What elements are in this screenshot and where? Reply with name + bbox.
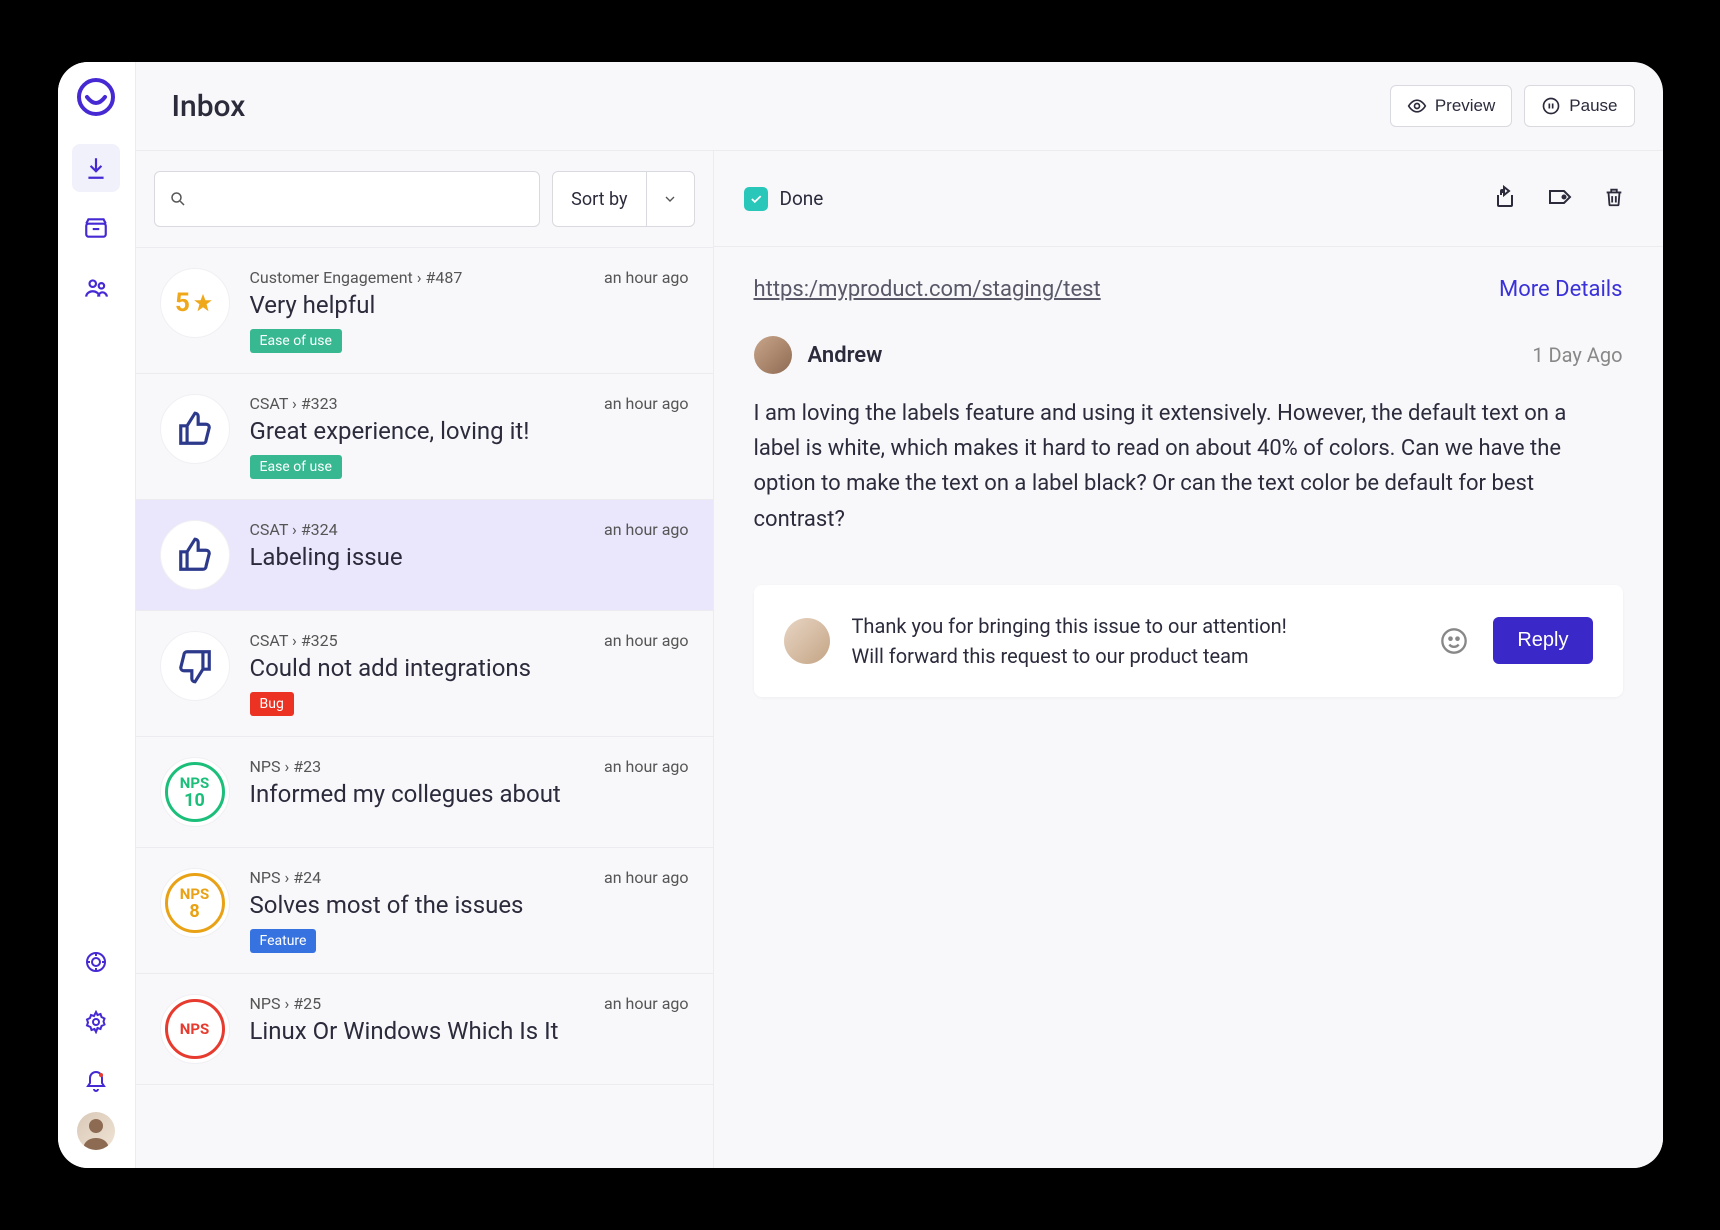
search-input[interactable] [154, 171, 541, 227]
reply-draft[interactable]: Thank you for bringing this issue to our… [852, 611, 1416, 671]
search-icon [169, 190, 187, 208]
chevron-down-icon [646, 172, 694, 226]
pause-button[interactable]: Pause [1524, 85, 1634, 127]
more-details-link[interactable]: More Details [1499, 277, 1622, 302]
list-item[interactable]: 5 Customer Engagement › #487an hour ago … [136, 248, 713, 374]
item-meta: Customer Engagement › #487 [250, 268, 463, 287]
nav-archive[interactable] [72, 204, 120, 252]
item-meta: NPS › #23 [250, 757, 322, 776]
thumbs-down-icon [176, 647, 214, 685]
item-badge: NPS10 [160, 757, 230, 827]
item-tag: Ease of use [250, 329, 342, 353]
item-badge [160, 520, 230, 590]
item-time: an hour ago [604, 520, 688, 539]
sort-button[interactable]: Sort by [552, 171, 694, 227]
item-meta: CSAT › #324 [250, 520, 338, 539]
item-time: an hour ago [604, 757, 688, 776]
item-badge: NPS8 [160, 868, 230, 938]
list-item[interactable]: CSAT › #324 an hour ago Labeling issue [136, 500, 713, 611]
item-badge [160, 631, 230, 701]
preview-button[interactable]: Preview [1390, 85, 1512, 127]
item-title: Could not add integrations [250, 654, 689, 682]
list-item[interactable]: NPS NPS › #25 an hour ago Linux Or Window… [136, 974, 713, 1085]
list-item[interactable]: NPS8 NPS › #24 an hour ago Solves most of… [136, 848, 713, 974]
share-icon[interactable] [1493, 185, 1517, 213]
item-title: Solves most of the issues [250, 891, 689, 919]
author-avatar [754, 336, 792, 374]
item-tag: Feature [250, 929, 317, 953]
thumbs-up-icon [176, 536, 214, 574]
item-time: an hour ago [604, 268, 688, 287]
tag-icon[interactable] [1547, 185, 1573, 213]
nps-badge: NPS10 [165, 762, 225, 822]
nav-team[interactable] [72, 264, 120, 312]
list-item[interactable]: CSAT › #325 an hour ago Could not add int… [136, 611, 713, 737]
item-meta: NPS › #25 [250, 994, 322, 1013]
list-item[interactable]: CSAT › #323 an hour ago Great experience,… [136, 374, 713, 500]
item-title: Labeling issue [250, 543, 689, 571]
message-time: 1 Day Ago [1532, 343, 1622, 367]
item-time: an hour ago [604, 868, 688, 887]
author-name: Andrew [808, 343, 883, 368]
item-title: Linux Or Windows Which Is It [250, 1017, 689, 1045]
item-badge: 5 [160, 268, 230, 338]
eye-icon [1407, 96, 1427, 116]
user-avatar[interactable] [77, 1112, 115, 1150]
item-meta: CSAT › #323 [250, 394, 338, 413]
nav-settings[interactable] [72, 998, 120, 1046]
item-tag: Ease of use [250, 455, 342, 479]
message-body: I am loving the labels feature and using… [754, 396, 1614, 537]
nav-notifications[interactable] [72, 1058, 120, 1106]
item-time: an hour ago [604, 394, 688, 413]
app-logo [75, 76, 117, 118]
star-icon: 5 [175, 288, 214, 318]
item-title: Very helpful [250, 291, 689, 319]
trash-icon[interactable] [1603, 185, 1625, 213]
reply-card: Thank you for bringing this issue to our… [754, 585, 1623, 697]
item-badge: NPS [160, 994, 230, 1064]
nav-inbox[interactable] [72, 144, 120, 192]
list-item[interactable]: NPS10 NPS › #23 an hour ago Informed my c… [136, 737, 713, 848]
done-toggle[interactable]: Done [744, 187, 824, 211]
pause-icon [1541, 96, 1561, 116]
checkbox-icon [744, 187, 768, 211]
item-time: an hour ago [604, 994, 688, 1013]
item-title: Great experience, loving it! [250, 417, 689, 445]
nps-badge: NPS8 [165, 873, 225, 933]
item-meta: NPS › #24 [250, 868, 322, 887]
topbar: Inbox Preview Pause [136, 62, 1663, 150]
item-meta: CSAT › #325 [250, 631, 338, 650]
page-title: Inbox [172, 89, 246, 124]
nps-badge: NPS [165, 999, 225, 1059]
nav-help[interactable] [72, 938, 120, 986]
item-badge [160, 394, 230, 464]
item-time: an hour ago [604, 631, 688, 650]
page-url[interactable]: https:/myproduct.com/staging/test [754, 277, 1101, 302]
item-title: Informed my collegues about [250, 780, 689, 808]
reply-avatar [784, 618, 830, 664]
smile-icon [1440, 627, 1468, 655]
thumbs-up-icon [176, 410, 214, 448]
sidebar [58, 62, 136, 1168]
emoji-button[interactable] [1437, 624, 1471, 658]
reply-button[interactable]: Reply [1493, 617, 1592, 664]
feedback-list: 5 Customer Engagement › #487an hour ago … [136, 248, 713, 1168]
item-tag: Bug [250, 692, 294, 716]
